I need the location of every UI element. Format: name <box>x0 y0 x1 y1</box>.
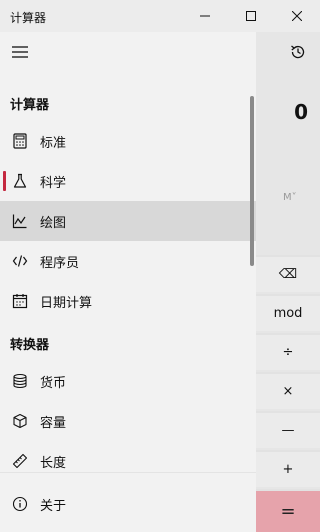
nav-item-label: 容量 <box>40 416 67 431</box>
nav-item-graphing[interactable]: 绘图 <box>0 201 256 241</box>
nav-item-length[interactable]: 长度 <box>0 441 256 472</box>
maximize-icon <box>246 11 256 21</box>
nav-item-label: 关于 <box>40 499 67 514</box>
nav-scroll-region: 计算器 标准 科学 绘图 程序员 日期计算 转换器 货币 容量 长度 <box>0 32 256 472</box>
nav-item-standard[interactable]: 标准 <box>0 121 256 161</box>
cube-icon <box>10 411 30 431</box>
divider <box>0 472 256 473</box>
code-icon <box>10 251 30 271</box>
backspace-key[interactable]: ⌫ <box>256 255 320 292</box>
minus-key[interactable]: — <box>256 411 320 448</box>
nav-item-label: 绘图 <box>40 216 67 231</box>
divide-key[interactable]: ÷ <box>256 333 320 370</box>
close-icon <box>292 11 302 21</box>
keypad: ⌫ mod ÷ × — + = <box>256 255 320 532</box>
nav-item-label: 长度 <box>40 456 67 471</box>
navigation-pane: 计算器 标准 科学 绘图 程序员 日期计算 转换器 货币 容量 长度 关于 <box>0 32 256 532</box>
memory-dropdown[interactable]: M˅ <box>283 192 297 203</box>
minimize-button[interactable] <box>182 0 228 32</box>
nav-item-programmer[interactable]: 程序员 <box>0 241 256 281</box>
title-bar: 计算器 <box>0 0 320 32</box>
converter-section-header: 转换器 <box>10 338 50 353</box>
nav-item-about[interactable]: 关于 <box>0 484 256 524</box>
nav-scrollbar[interactable] <box>250 96 254 266</box>
window-title: 计算器 <box>10 11 47 25</box>
nav-item-label: 日期计算 <box>40 296 93 311</box>
ruler-icon <box>10 451 30 471</box>
multiply-key[interactable]: × <box>256 372 320 409</box>
equals-key[interactable]: = <box>256 489 320 532</box>
info-icon <box>10 494 30 514</box>
nav-item-date-calculation[interactable]: 日期计算 <box>0 281 256 321</box>
calendar-icon <box>10 291 30 311</box>
maximize-button[interactable] <box>228 0 274 32</box>
history-button[interactable] <box>282 40 314 64</box>
flask-icon <box>10 171 30 191</box>
mod-key[interactable]: mod <box>256 294 320 331</box>
calculator-display: 0 <box>294 100 308 124</box>
minimize-icon <box>200 15 210 17</box>
nav-item-label: 货币 <box>40 376 67 391</box>
nav-item-scientific[interactable]: 科学 <box>0 161 256 201</box>
nav-item-volume[interactable]: 容量 <box>0 401 256 441</box>
close-button[interactable] <box>274 0 320 32</box>
active-indicator <box>3 171 6 191</box>
backspace-icon: ⌫ <box>278 267 298 282</box>
currency-icon <box>10 371 30 391</box>
history-icon <box>291 45 305 59</box>
nav-item-label: 科学 <box>40 176 67 191</box>
plus-key[interactable]: + <box>256 450 320 487</box>
calculator-icon <box>10 131 30 151</box>
graph-icon <box>10 211 30 231</box>
nav-item-currency[interactable]: 货币 <box>0 361 256 401</box>
calculator-section-header: 计算器 <box>10 98 50 113</box>
nav-item-label: 标准 <box>40 136 67 151</box>
nav-item-label: 程序员 <box>40 256 80 271</box>
